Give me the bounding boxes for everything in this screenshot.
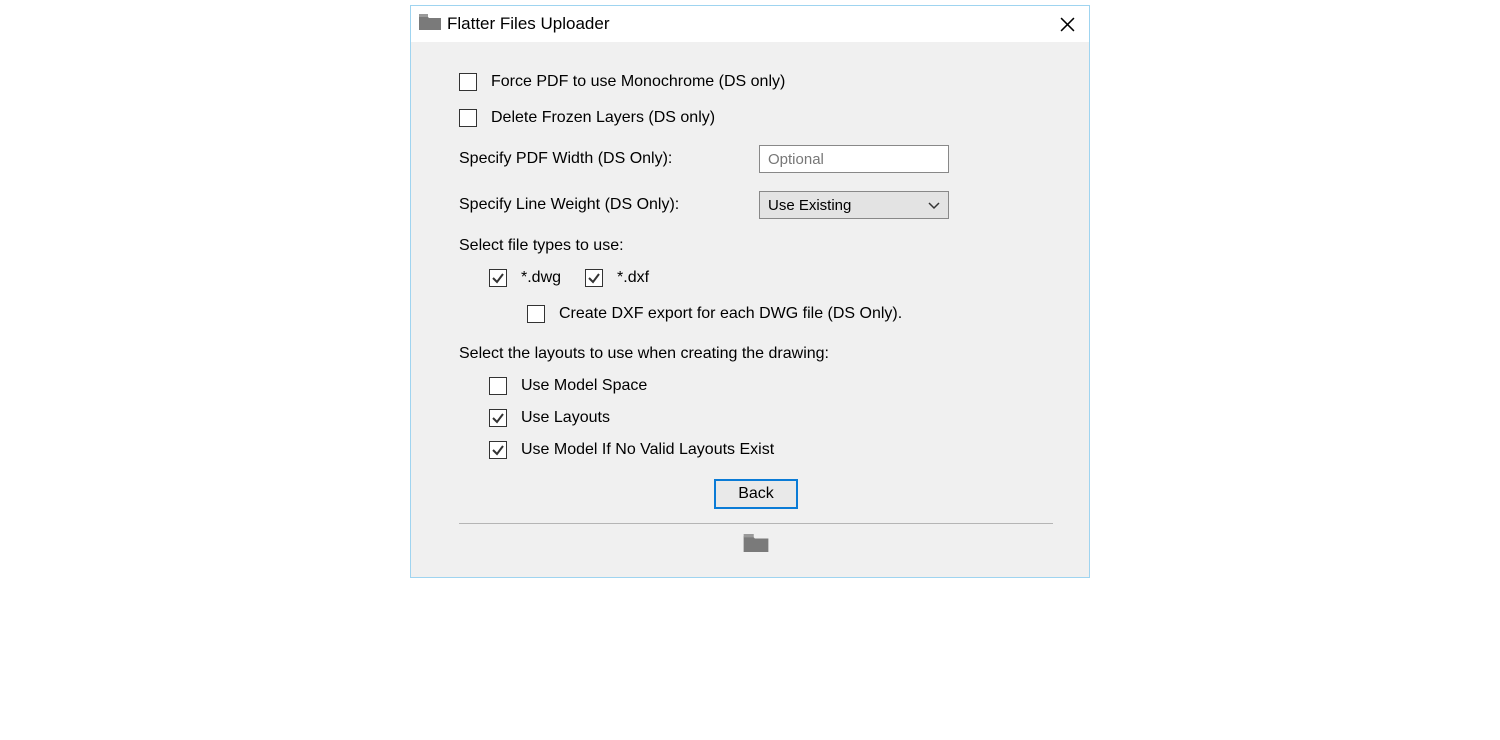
pdf-width-input[interactable]: Optional [759,145,949,173]
chevron-down-icon [928,197,940,214]
filetype-dwg-label: *.dwg [521,269,561,287]
pdf-width-label: Specify PDF Width (DS Only): [459,150,759,168]
folder-icon [743,534,769,557]
create-dxf-export-label: Create DXF export for each DWG file (DS … [559,305,902,323]
titlebar: Flatter Files Uploader [411,6,1089,42]
filetypes-section-label: Select file types to use: [459,237,1053,255]
delete-frozen-checkbox[interactable] [459,109,477,127]
force-monochrome-checkbox[interactable] [459,73,477,91]
force-monochrome-label: Force PDF to use Monochrome (DS only) [491,73,785,91]
use-layouts-label: Use Layouts [521,409,610,427]
close-icon [1060,17,1075,32]
dialog-content: Force PDF to use Monochrome (DS only) De… [411,42,1089,577]
window-title: Flatter Files Uploader [447,14,610,34]
folder-icon [419,14,441,35]
create-dxf-export-checkbox[interactable] [527,305,545,323]
filetype-dxf-checkbox[interactable] [585,269,603,287]
footer [459,534,1053,565]
line-weight-label: Specify Line Weight (DS Only): [459,196,759,214]
filetype-dxf-label: *.dxf [617,269,649,287]
filetype-dwg-checkbox[interactable] [489,269,507,287]
line-weight-select[interactable]: Use Existing [759,191,949,219]
use-model-if-none-checkbox[interactable] [489,441,507,459]
back-button[interactable]: Back [714,479,798,509]
use-model-if-none-label: Use Model If No Valid Layouts Exist [521,441,774,459]
layouts-section-label: Select the layouts to use when creating … [459,345,1053,363]
use-model-space-label: Use Model Space [521,377,647,395]
close-button[interactable] [1055,12,1079,36]
dialog-window: Flatter Files Uploader Force PDF to use … [410,5,1090,578]
use-layouts-checkbox[interactable] [489,409,507,427]
use-model-space-checkbox[interactable] [489,377,507,395]
delete-frozen-label: Delete Frozen Layers (DS only) [491,109,715,127]
divider [459,523,1053,524]
line-weight-value: Use Existing [768,197,851,214]
